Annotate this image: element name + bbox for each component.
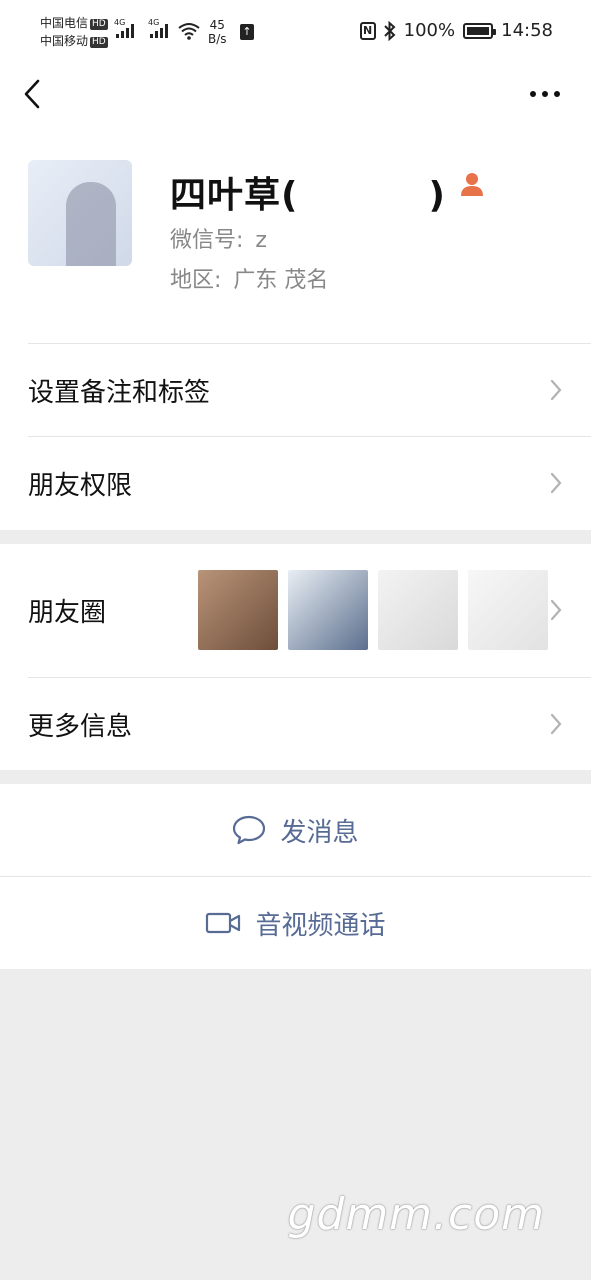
moments-thumbnail [378, 570, 458, 650]
video-camera-icon [206, 912, 241, 934]
profile-name: 四叶草() [170, 175, 446, 216]
moments-thumbnails [198, 570, 548, 650]
battery-icon [463, 22, 497, 39]
moments-item[interactable]: 朋友圈 [28, 544, 591, 677]
chat-bubble-icon [233, 815, 266, 845]
info-section: 朋友圈 更多信息 [0, 544, 591, 770]
chevron-right-icon [550, 713, 562, 735]
av-call-label: 音视频通话 [255, 910, 386, 941]
moments-thumbnail [198, 570, 278, 650]
settings-section: 设置备注和标签 朋友权限 [0, 344, 591, 530]
watermark: gdmm.com [287, 1189, 545, 1240]
clock: 14:58 [501, 20, 553, 41]
back-arrow-icon[interactable] [22, 78, 46, 110]
av-call-button[interactable]: 音视频通话 [0, 877, 591, 969]
status-right: N 100% 14:58 [359, 20, 553, 41]
moments-thumbnail [468, 570, 548, 650]
wifi-icon [178, 23, 200, 40]
profile-card: 四叶草() 微信号: z 地区: 广东 茂名 [0, 62, 591, 344]
region: 地区: 广东 茂名 [170, 268, 329, 293]
contact-badge-icon [461, 173, 483, 196]
network-speed: 45 B/s [208, 18, 227, 46]
more-info-item[interactable]: 更多信息 [28, 678, 591, 771]
avatar[interactable] [28, 160, 132, 266]
upload-icon: ↑ [240, 24, 254, 40]
status-bar: 中国电信 HD 中国移动 HD 4G 4G 45 B/s ↑ N 100% 14:5… [0, 0, 591, 62]
hd-badge: HD [90, 19, 108, 30]
chevron-right-icon [550, 472, 562, 494]
remark-tags-item[interactable]: 设置备注和标签 [28, 344, 591, 437]
signal-icon: 4G [148, 18, 168, 38]
friend-permissions-item[interactable]: 朋友权限 [28, 437, 591, 530]
chevron-right-icon [550, 379, 562, 401]
send-message-button[interactable]: 发消息 [0, 784, 591, 876]
friend-permissions-label: 朋友权限 [28, 471, 133, 501]
carrier-1: 中国电信 [40, 16, 89, 30]
remark-tags-label: 设置备注和标签 [28, 378, 211, 408]
carrier-info: 中国电信 HD 中国移动 HD [40, 14, 108, 50]
signal-icon: 4G [114, 18, 134, 38]
nfc-icon: N [359, 21, 376, 40]
send-message-label: 发消息 [280, 817, 359, 848]
chevron-right-icon [550, 599, 562, 621]
hd-badge: HD [90, 37, 108, 48]
moments-label: 朋友圈 [28, 598, 107, 628]
moments-thumbnail [288, 570, 368, 650]
more-options-icon[interactable] [529, 86, 561, 102]
battery-percent: 100% [403, 20, 456, 41]
more-info-label: 更多信息 [28, 712, 133, 742]
wechat-id: 微信号: z [170, 228, 267, 253]
carrier-2: 中国移动 [40, 34, 89, 48]
bluetooth-icon [383, 20, 396, 41]
